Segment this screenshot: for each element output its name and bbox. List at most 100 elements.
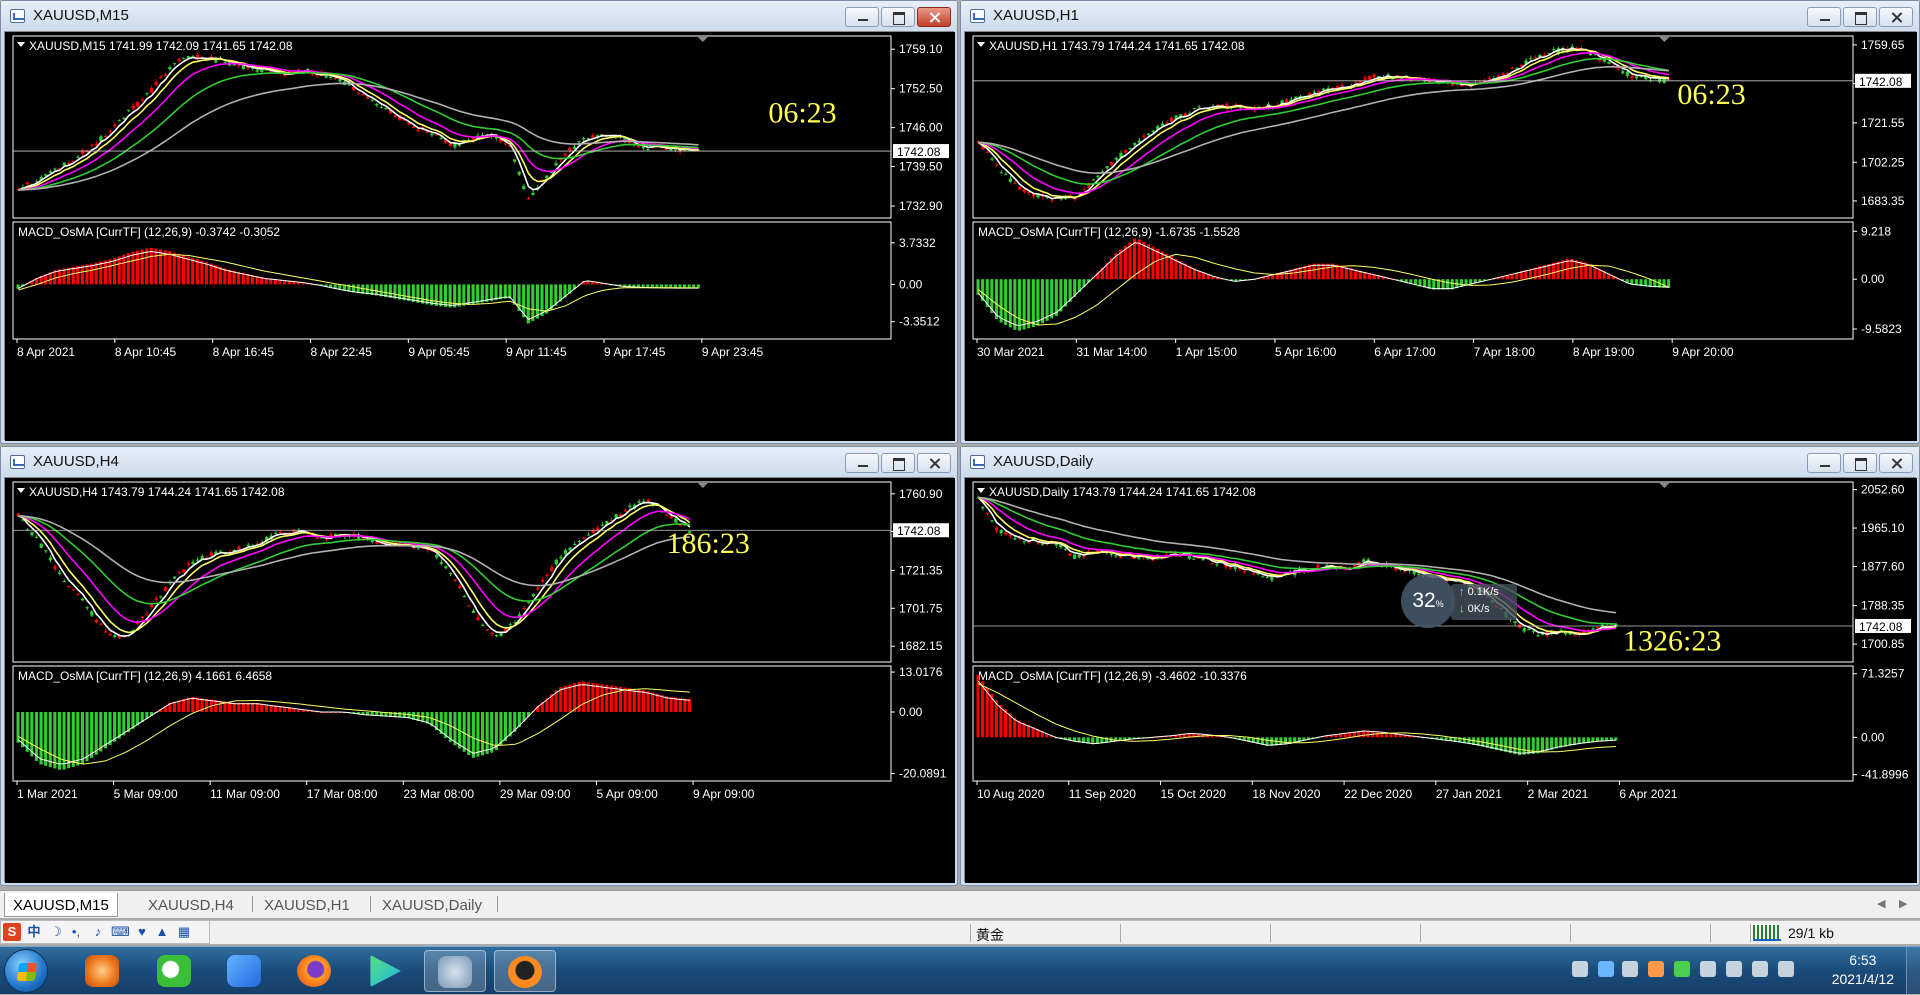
window-titlebar[interactable]: XAUUSD,H1 [961, 1, 1919, 31]
taskbar-app-firefox[interactable] [284, 950, 346, 992]
taskbar-app-feishu[interactable] [214, 950, 276, 992]
macd-histogram-bar [1133, 238, 1137, 280]
taskbar-app-metatrader[interactable] [424, 950, 486, 992]
candle-body [62, 162, 66, 166]
candle-body [471, 610, 476, 613]
tab-separator [252, 896, 253, 912]
maximize-button[interactable] [881, 453, 915, 473]
close-button[interactable] [1879, 453, 1913, 473]
tab-xauusd-daily[interactable]: XAUUSD,Daily [374, 893, 490, 917]
minimize-button[interactable] [845, 7, 879, 27]
close-button[interactable] [917, 7, 951, 27]
macd-histogram-bar [439, 284, 443, 307]
tab-scroll-right-icon[interactable]: ▶ [1899, 897, 1907, 910]
keyboard-icon[interactable]: ⌨ [111, 923, 130, 941]
macd-histogram-bar [205, 698, 209, 712]
candle-body [1552, 49, 1556, 51]
taskbar-clock[interactable]: 6:53 2021/4/12 [1832, 951, 1894, 989]
window-titlebar[interactable]: XAUUSD,Daily [961, 447, 1919, 477]
tray-flag-icon[interactable] [1726, 961, 1742, 977]
window-titlebar[interactable]: XAUUSD,M15 [1, 1, 957, 31]
candle-body [39, 543, 43, 548]
tab-xauusd-h1[interactable]: XAUUSD,H1 [256, 893, 358, 917]
taskbar-app-ninja[interactable] [494, 950, 556, 992]
chart-window-icon [10, 9, 25, 23]
tab-scroll-left-icon[interactable]: ◀ [1877, 897, 1885, 910]
candle-body [581, 137, 586, 140]
tray-trash-icon[interactable] [1572, 961, 1588, 977]
candle-body [999, 529, 1003, 534]
chart-body[interactable]: 1759.651740.701721.551702.251683.359.218… [964, 31, 1917, 441]
chart-window-daily[interactable]: XAUUSD,Daily 2052.60 1965.10 1877.60 1788.3… [960, 446, 1920, 886]
chart-body[interactable]: 1759.10 1752.50 1746.00 1739.50 1732.90 3.733… [4, 31, 955, 441]
minimize-button[interactable] [845, 453, 879, 473]
tab-xauusd-m15[interactable]: XAUUSD,M15 [4, 893, 118, 917]
tray-cloud-icon[interactable] [1622, 961, 1638, 977]
macd-histogram-bar [563, 685, 567, 712]
candle-body [1251, 573, 1256, 575]
candle-body [448, 572, 453, 575]
maximize-button[interactable] [1843, 453, 1877, 473]
tray-network-icon[interactable] [1778, 961, 1794, 977]
moon-icon[interactable]: ☽ [47, 923, 65, 941]
chart-canvas[interactable]: 2052.60 1965.10 1877.60 1788.35 1700.85 71.32… [965, 478, 1917, 883]
candle-body [1519, 64, 1524, 67]
show-desktop-button[interactable] [1906, 947, 1920, 995]
close-button[interactable] [917, 453, 951, 473]
candle-body [540, 580, 545, 582]
macd-histogram-bar [94, 262, 98, 285]
candle-body [999, 172, 1003, 174]
taskbar-app-wechat[interactable] [144, 950, 206, 992]
taskbar-app-cleaner[interactable] [72, 950, 134, 992]
skin-icon[interactable]: ♥ [133, 923, 151, 941]
network-speed-widget[interactable]: 32% ↑ 0.1K/s ↓ 0K/s [1401, 574, 1519, 628]
chart-canvas[interactable]: 1759.651740.701721.551702.251683.359.218… [965, 32, 1917, 441]
chart-canvas[interactable]: 1759.10 1752.50 1746.00 1739.50 1732.90 3.733… [5, 32, 955, 441]
macd-histogram-bar [582, 681, 586, 712]
macd-histogram-bar [623, 687, 627, 712]
chart-window-m15[interactable]: XAUUSD,M15 1759.10 1752.50 1746.00 1739.50 1… [0, 0, 958, 444]
chart-canvas[interactable]: 1760.901741.451721.351701.751682.1513.01… [5, 478, 955, 883]
minimize-button[interactable] [1807, 453, 1841, 473]
tray-volume-icon[interactable] [1752, 961, 1768, 977]
candle-body [99, 623, 103, 625]
macd-histogram-bar [448, 284, 452, 308]
candle-body [44, 174, 48, 176]
shirt-icon[interactable]: ▲ [153, 923, 171, 941]
chart-body[interactable]: 1760.901741.451721.351701.751682.1513.01… [4, 477, 955, 883]
start-button[interactable] [4, 949, 48, 993]
chart-window-h4[interactable]: XAUUSD,H4 1760.901741.451721.351701.7516… [0, 446, 958, 886]
close-button[interactable] [1879, 7, 1913, 27]
punctuation-icon[interactable]: •, [67, 923, 85, 941]
microphone-icon[interactable]: ♪ [89, 923, 107, 941]
maximize-button[interactable] [881, 7, 915, 27]
candle-body [1625, 71, 1629, 76]
price-axis-label: 1739.50 [899, 160, 943, 174]
maximize-button[interactable] [1843, 7, 1877, 27]
macd-histogram-bar [485, 712, 489, 754]
tray-wechat-icon[interactable] [1674, 961, 1690, 977]
chart-window-h1[interactable]: XAUUSD,H1 1759.651740.701721.551702.2516… [960, 0, 1920, 444]
candle-body [154, 81, 158, 86]
tray-shield-icon[interactable] [1598, 961, 1614, 977]
tray-app-icon[interactable] [1648, 961, 1664, 977]
chart-body[interactable]: 2052.60 1965.10 1877.60 1788.35 1700.85 71.32… [964, 477, 1917, 883]
macd-histogram-bar [181, 255, 186, 285]
candle-body [85, 607, 89, 609]
candle-body [430, 133, 434, 136]
taskbar-app-player[interactable] [354, 950, 416, 992]
candle-body [1352, 564, 1357, 567]
candle-body [255, 70, 259, 72]
ime-toolbar[interactable]: S 中 ☽ •, ♪ ⌨ ♥ ▲ ▦ [0, 920, 210, 944]
macd-histogram-bar [1040, 279, 1045, 324]
window-titlebar[interactable]: XAUUSD,H4 [1, 447, 957, 477]
ime-mode[interactable]: 中 [25, 923, 43, 941]
candle-body [159, 596, 163, 598]
candle-body [25, 182, 29, 185]
candle-body [384, 108, 388, 110]
sogou-ime-icon[interactable]: S [3, 923, 21, 941]
minimize-button[interactable] [1807, 7, 1841, 27]
grid-menu-icon[interactable]: ▦ [175, 923, 193, 941]
tray-plane-icon[interactable] [1700, 961, 1716, 977]
tab-xauusd-h4[interactable]: XAUUSD,H4 [140, 893, 242, 917]
